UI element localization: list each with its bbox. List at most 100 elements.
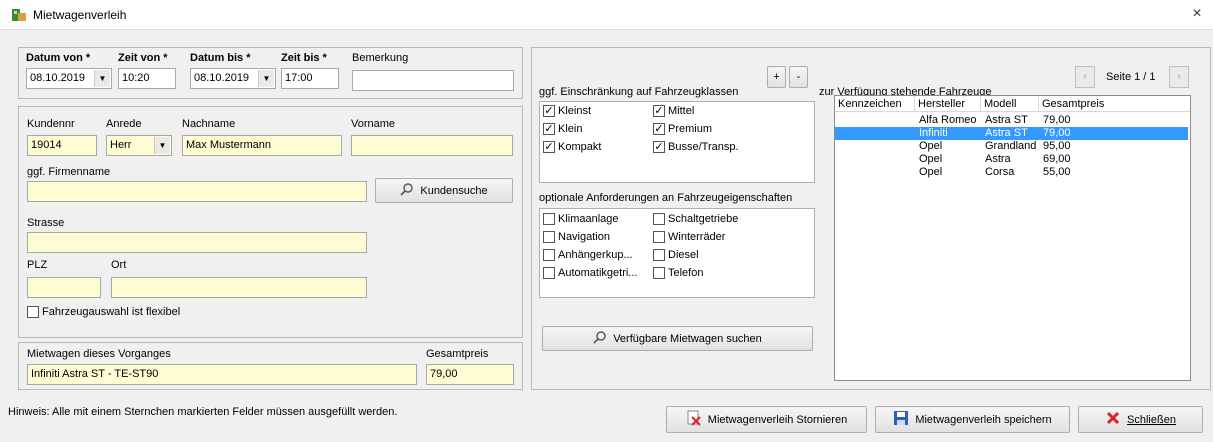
checkbox-box[interactable] [27,306,39,318]
feature-label: Winterräder [668,231,726,243]
remove-class-button[interactable]: - [789,66,808,88]
checkbox-box[interactable] [653,231,665,243]
column-header-gesamtpreis[interactable]: Gesamtpreis [1039,96,1190,112]
magnifier-icon [400,182,414,199]
cell-modell: Astra [985,153,1011,165]
save-disk-icon [893,410,909,429]
strasse-field[interactable] [27,232,367,253]
zeit-bis-label: Zeit bis * [281,52,327,64]
checkbox-box[interactable] [543,231,555,243]
datum-bis-label: Datum bis * [190,52,251,64]
feature-checkbox-7[interactable]: Telefon [653,267,703,279]
column-header-kennzeichen[interactable]: Kennzeichen [835,96,915,112]
table-row[interactable]: Opel Grandland 95,00 [835,140,1188,153]
chevron-down-icon[interactable]: ▼ [94,70,110,87]
plz-field[interactable] [27,277,101,298]
anrede-select[interactable]: Herr ▼ [106,135,172,156]
checkmark-icon[interactable]: ✓ [543,123,555,135]
vorgang-group: Mietwagen dieses Vorganges Gesamtpreis I… [18,342,523,390]
checkbox-box[interactable] [653,267,665,279]
chevron-down-icon[interactable]: ▼ [154,137,170,154]
anrede-value: Herr [110,139,132,151]
column-header-hersteller[interactable]: Hersteller [915,96,981,112]
feature-checkbox-2[interactable]: Navigation [543,231,610,243]
checkmark-icon[interactable]: ✓ [543,105,555,117]
datum-von-label: Datum von * [26,52,91,64]
search-vehicles-label: Verfügbare Mietwagen suchen [613,332,762,345]
feature-label: Schaltgetriebe [668,213,739,225]
cell-hersteller: Opel [919,153,943,165]
class-checkbox-4[interactable]: ✓ Kompakt [543,141,601,153]
checkbox-box[interactable] [543,267,555,279]
feature-label: Automatikgetri... [558,267,638,279]
close-icon[interactable]: × [1186,3,1208,25]
cell-preis: 69,00 [1043,153,1071,165]
feature-checkbox-0[interactable]: Klimaanlage [543,213,619,225]
anrede-label: Anrede [106,118,142,130]
cell-preis: 55,00 [1043,166,1071,178]
flexibel-checkbox[interactable]: Fahrzeugauswahl ist flexibel [27,306,180,318]
prev-page-button[interactable]: ‹ [1075,66,1095,88]
next-page-button[interactable]: › [1169,66,1189,88]
checkbox-box[interactable] [543,249,555,261]
chevron-down-icon[interactable]: ▼ [258,70,274,87]
checkmark-icon[interactable]: ✓ [653,141,665,153]
checkmark-icon[interactable]: ✓ [653,105,665,117]
class-label: Kompakt [558,141,602,153]
cell-hersteller: Alfa Romeo [919,114,977,126]
class-label: Klein [558,123,583,135]
bemerkung-field[interactable] [352,70,514,91]
table-row[interactable]: Opel Corsa 55,00 [835,166,1188,179]
cell-modell: Grandland [985,140,1037,152]
zeit-bis-field[interactable]: 17:00 [281,68,339,89]
class-checkbox-0[interactable]: ✓ Kleinst [543,105,591,117]
nachname-field[interactable]: Max Mustermann [182,135,342,156]
feature-label: Telefon [668,267,704,279]
kundennr-field[interactable]: 19014 [27,135,97,156]
firmenname-label: ggf. Firmenname [27,166,111,178]
datum-von-picker[interactable]: 08.10.2019 ▼ [26,68,112,89]
mietwagen-field[interactable]: Infiniti Astra ST - TE-ST90 [27,364,417,385]
ort-field[interactable] [111,277,367,298]
checkmark-icon[interactable]: ✓ [543,141,555,153]
cell-preis: 95,00 [1043,140,1071,152]
plz-label: PLZ [27,259,48,271]
cell-preis: 79,00 [1043,127,1071,139]
checkmark-icon[interactable]: ✓ [653,123,665,135]
column-header-modell[interactable]: Modell [981,96,1039,112]
gesamtpreis-field[interactable]: 79,00 [426,364,514,385]
feature-checkbox-3[interactable]: Winterräder [653,231,725,243]
add-class-button[interactable]: + [767,66,786,88]
table-row[interactable]: Alfa Romeo Astra ST 79,00 [835,114,1188,127]
vehicles-table[interactable]: Kennzeichen Hersteller Modell Gesamtprei… [834,95,1191,381]
search-panel: ggf. Einschränkung auf Fahrzeugklassen +… [531,47,1211,390]
vorname-field[interactable] [351,135,513,156]
feature-checkbox-6[interactable]: Automatikgetri... [543,267,637,279]
class-checkbox-2[interactable]: ✓ Klein [543,123,582,135]
feature-checkbox-4[interactable]: Anhängerkup... [543,249,633,261]
class-checkbox-1[interactable]: ✓ Mittel [653,105,694,117]
table-row[interactable]: Infiniti Astra ST 79,00 [835,127,1188,140]
firmenname-field[interactable] [27,181,367,202]
class-checkbox-3[interactable]: ✓ Premium [653,123,712,135]
search-vehicles-button[interactable]: Verfügbare Mietwagen suchen [542,326,813,351]
datum-bis-picker[interactable]: 08.10.2019 ▼ [190,68,276,89]
checkbox-box[interactable] [653,213,665,225]
window-title: Mietwagenverleih [33,8,127,22]
close-label: Schließen [1127,413,1176,426]
flexibel-label: Fahrzeugauswahl ist flexibel [42,306,181,318]
storno-button[interactable]: Mietwagenverleih Stornieren [666,406,867,433]
close-button[interactable]: Schließen [1078,406,1203,433]
save-button[interactable]: Mietwagenverleih speichern [875,406,1070,433]
checkbox-box[interactable] [653,249,665,261]
class-checkbox-5[interactable]: ✓ Busse/Transp. [653,141,739,153]
features-label: optionale Anforderungen an Fahrzeugeigen… [539,192,793,204]
table-row[interactable]: Opel Astra 69,00 [835,153,1188,166]
feature-checkbox-1[interactable]: Schaltgetriebe [653,213,738,225]
feature-label: Klimaanlage [558,213,619,225]
kundensuche-button[interactable]: Kundensuche [375,178,513,203]
gesamtpreis-label: Gesamtpreis [426,348,489,360]
checkbox-box[interactable] [543,213,555,225]
zeit-von-field[interactable]: 10:20 [118,68,176,89]
feature-checkbox-5[interactable]: Diesel [653,249,699,261]
